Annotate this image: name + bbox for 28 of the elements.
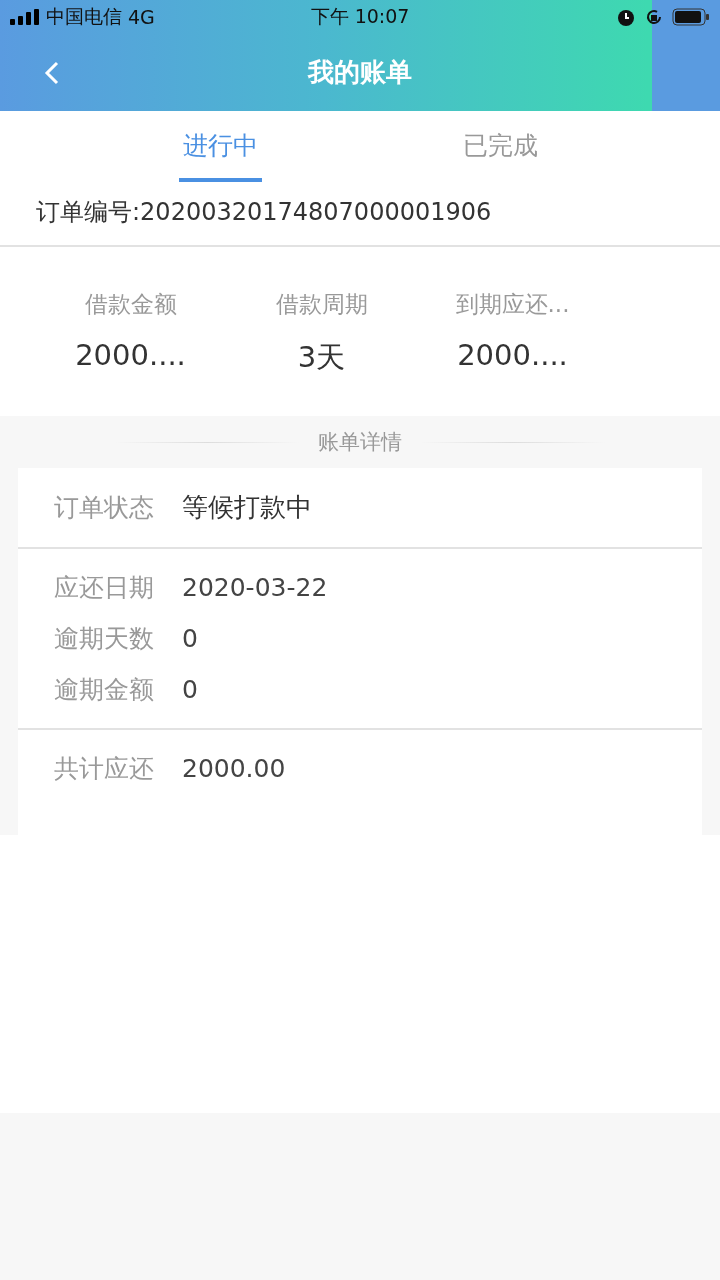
field-label: 应还日期 [54, 572, 154, 604]
alarm-icon [616, 7, 636, 27]
order-number: 订单编号:20200320174807000001906 [36, 198, 492, 226]
summary-value: 3天 [297, 339, 346, 376]
field-label: 共计应还 [54, 753, 154, 785]
field-value: 0 [182, 624, 198, 653]
field-value: 2020-03-22 [182, 573, 328, 602]
field-label: 订单状态 [54, 492, 154, 524]
signal-icon [10, 9, 40, 25]
summary-value: 2000.... [457, 338, 568, 372]
clock-time: 下午 10:07 [310, 5, 410, 27]
summary-label: 借款周期 [275, 290, 368, 319]
summary-value: 2000.... [75, 338, 186, 372]
field-value: 等候打款中 [182, 491, 312, 524]
summary-label: 借款金额 [84, 290, 177, 319]
rotation-lock-icon [644, 7, 664, 27]
page-title: 我的账单 [308, 56, 412, 89]
battery-icon [672, 8, 710, 26]
section-title: 账单详情 [318, 429, 402, 456]
network-label: 4G [128, 6, 155, 28]
field-value: 0 [182, 675, 198, 704]
field-value: 2000.00 [182, 754, 286, 783]
carrier-label: 中国电信 [46, 4, 122, 29]
back-icon[interactable] [44, 60, 60, 86]
summary-label: 到期应还... [455, 290, 570, 319]
field-label: 逾期金额 [54, 674, 154, 706]
field-label: 逾期天数 [54, 623, 154, 655]
tab[interactable]: 已完成 [458, 111, 542, 182]
